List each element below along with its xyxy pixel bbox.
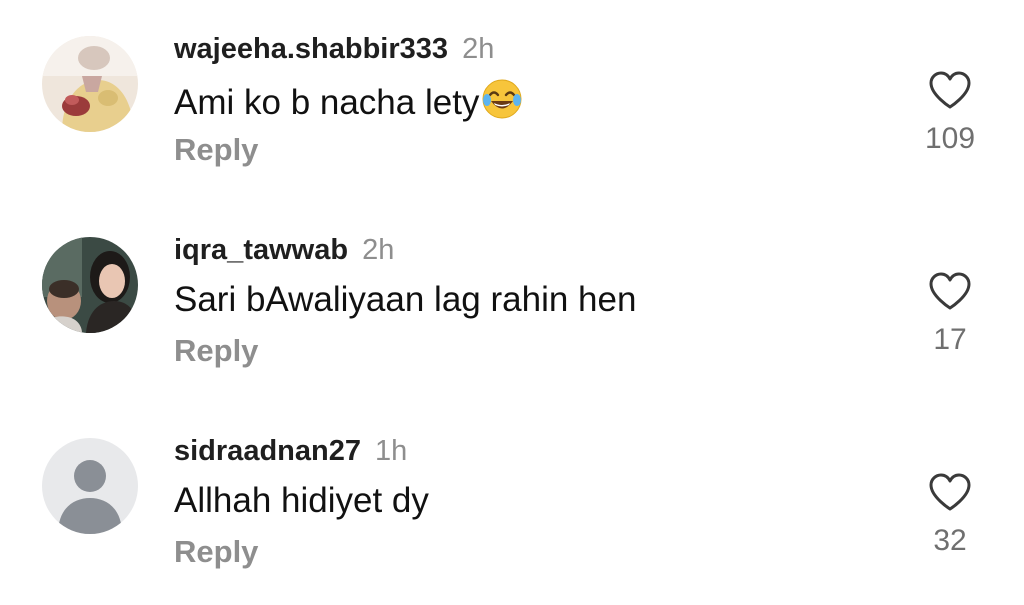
- comment-text: Sari bAwaliyaan lag rahin hen: [174, 280, 637, 319]
- comment-meta: iqra_tawwab 2h: [174, 233, 394, 267]
- comment-item: iqra_tawwab 2h Sari bAwaliyaan lag rahin…: [0, 233, 1024, 383]
- like-count: 32: [933, 524, 967, 557]
- comment-text-content: Ami ko b nacha lety: [174, 83, 480, 122]
- avatar[interactable]: [42, 237, 138, 333]
- heart-outline-icon: [929, 473, 971, 511]
- default-person-avatar-icon: [42, 438, 138, 534]
- like-count: 17: [933, 323, 967, 356]
- comment-text: Allhah hidiyet dy: [174, 481, 429, 520]
- like-button[interactable]: 32: [920, 472, 980, 558]
- comment-meta: sidraadnan27 1h: [174, 434, 407, 468]
- comment-item: sidraadnan27 1h Allhah hidiyet dy Reply …: [0, 434, 1024, 584]
- username[interactable]: wajeeha.shabbir333: [174, 33, 448, 65]
- avatar[interactable]: [42, 438, 138, 534]
- comment-text: Ami ko b nacha lety: [174, 78, 523, 124]
- joy-laughing-emoji-icon: [482, 79, 522, 119]
- username[interactable]: iqra_tawwab: [174, 234, 348, 266]
- comments-list: wajeeha.shabbir333 2h Ami ko b nacha let…: [0, 0, 1024, 605]
- comment-meta: wajeeha.shabbir333 2h: [174, 32, 494, 66]
- reply-button[interactable]: Reply: [174, 333, 258, 369]
- reply-button[interactable]: Reply: [174, 132, 258, 168]
- heart-outline-icon: [929, 272, 971, 310]
- like-button[interactable]: 109: [920, 70, 980, 156]
- timestamp: 1h: [375, 435, 408, 467]
- photo-avatar-image: [42, 237, 138, 333]
- reply-button[interactable]: Reply: [174, 534, 258, 570]
- heart-outline-icon: [929, 71, 971, 109]
- username[interactable]: sidraadnan27: [174, 435, 361, 467]
- like-button[interactable]: 17: [920, 271, 980, 357]
- like-count: 109: [924, 122, 976, 155]
- timestamp: 2h: [462, 33, 495, 65]
- timestamp: 2h: [362, 234, 395, 266]
- photo-avatar-image: [42, 36, 138, 132]
- comment-item: wajeeha.shabbir333 2h Ami ko b nacha let…: [0, 32, 1024, 182]
- avatar[interactable]: [42, 36, 138, 132]
